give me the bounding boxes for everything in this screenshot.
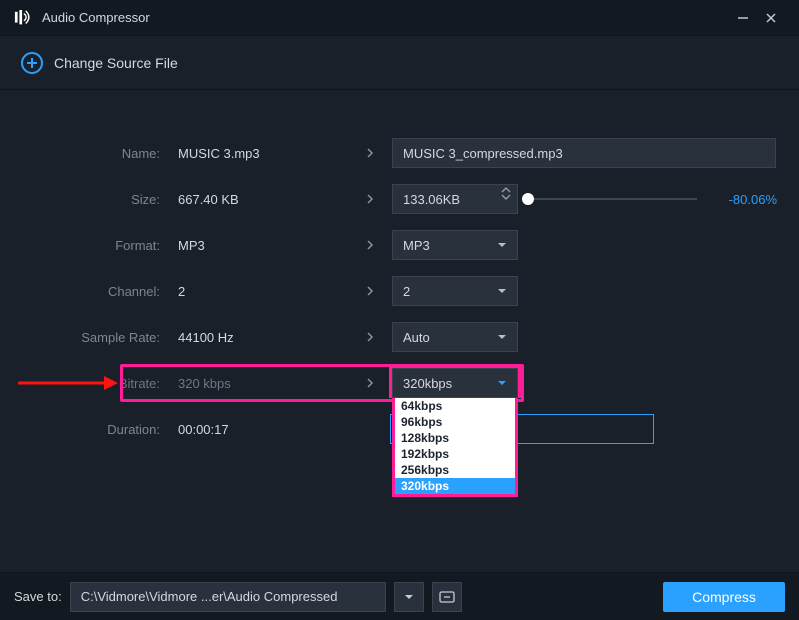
channel-select-value: 2: [403, 284, 410, 299]
size-delta: -80.06%: [707, 192, 777, 207]
caret-down-icon: [497, 288, 507, 294]
bitrate-option[interactable]: 64kbps: [395, 398, 515, 414]
output-size-spinner[interactable]: 133.06KB: [392, 184, 518, 214]
label-size: Size:: [0, 192, 170, 207]
bitrate-option[interactable]: 96kbps: [395, 414, 515, 430]
size-slider[interactable]: [528, 198, 697, 200]
change-source-label: Change Source File: [54, 55, 178, 71]
current-format: MP3: [170, 238, 360, 253]
footer: Save to: C:\Vidmore\Vidmore ...er\Audio …: [0, 572, 799, 620]
chevron-right-icon: [360, 194, 380, 204]
form: Name: MUSIC 3.mp3 Size: 667.40 KB 133.06…: [0, 90, 799, 452]
spinner-arrows[interactable]: [501, 187, 511, 200]
label-channel: Channel:: [0, 284, 170, 299]
label-sample-rate: Sample Rate:: [0, 330, 170, 345]
compress-button[interactable]: Compress: [663, 582, 785, 612]
row-bitrate: Bitrate: 320 kbps 320kbps 64kbps 96kbps …: [0, 360, 777, 406]
current-duration: 00:00:17: [170, 422, 360, 437]
bitrate-option[interactable]: 192kbps: [395, 446, 515, 462]
output-size-value: 133.06KB: [403, 192, 460, 207]
sample-rate-select[interactable]: Auto: [392, 322, 518, 352]
save-to-label: Save to:: [14, 589, 62, 604]
app-title: Audio Compressor: [42, 10, 150, 25]
caret-down-icon: [497, 334, 507, 340]
bitrate-select[interactable]: 320kbps: [392, 368, 518, 398]
caret-down-icon: [497, 242, 507, 248]
open-folder-button[interactable]: [432, 582, 462, 612]
sample-rate-select-value: Auto: [403, 330, 430, 345]
bitrate-option[interactable]: 128kbps: [395, 430, 515, 446]
label-duration: Duration:: [0, 422, 170, 437]
current-name: MUSIC 3.mp3: [170, 146, 360, 161]
bitrate-option[interactable]: 256kbps: [395, 462, 515, 478]
slider-thumb[interactable]: [522, 193, 534, 205]
row-sample-rate: Sample Rate: 44100 Hz Auto: [0, 314, 777, 360]
save-path-text: C:\Vidmore\Vidmore ...er\Audio Compresse…: [81, 589, 338, 604]
titlebar: Audio Compressor: [0, 0, 799, 36]
chevron-right-icon: [360, 240, 380, 250]
current-channel: 2: [170, 284, 360, 299]
label-bitrate: Bitrate:: [0, 376, 170, 391]
minimize-button[interactable]: [729, 4, 757, 32]
close-button[interactable]: [757, 4, 785, 32]
bitrate-select-value: 320kbps: [403, 376, 452, 391]
row-size: Size: 667.40 KB 133.06KB -80.06%: [0, 176, 777, 222]
app-icon: [14, 10, 32, 26]
chevron-right-icon: [360, 332, 380, 342]
row-channel: Channel: 2 2: [0, 268, 777, 314]
format-select[interactable]: MP3: [392, 230, 518, 260]
current-bitrate: 320 kbps: [170, 376, 360, 391]
label-name: Name:: [0, 146, 170, 161]
channel-select[interactable]: 2: [392, 276, 518, 306]
chevron-right-icon: [360, 148, 380, 158]
current-size: 667.40 KB: [170, 192, 360, 207]
chevron-right-icon: [360, 378, 380, 388]
row-name: Name: MUSIC 3.mp3: [0, 130, 777, 176]
output-name-input[interactable]: [392, 138, 776, 168]
bitrate-dropdown: 64kbps 96kbps 128kbps 192kbps 256kbps 32…: [392, 398, 518, 497]
current-sample-rate: 44100 Hz: [170, 330, 360, 345]
save-path-box[interactable]: C:\Vidmore\Vidmore ...er\Audio Compresse…: [70, 582, 386, 612]
caret-down-icon: [497, 380, 507, 386]
change-source-row[interactable]: Change Source File: [0, 36, 799, 90]
save-path-dropdown-button[interactable]: [394, 582, 424, 612]
label-format: Format:: [0, 238, 170, 253]
row-format: Format: MP3 MP3: [0, 222, 777, 268]
chevron-right-icon: [360, 286, 380, 296]
format-select-value: MP3: [403, 238, 430, 253]
bitrate-option[interactable]: 320kbps: [395, 478, 515, 494]
row-duration: Duration: 00:00:17: [0, 406, 777, 452]
add-icon: [20, 51, 44, 75]
compress-button-label: Compress: [692, 589, 756, 605]
